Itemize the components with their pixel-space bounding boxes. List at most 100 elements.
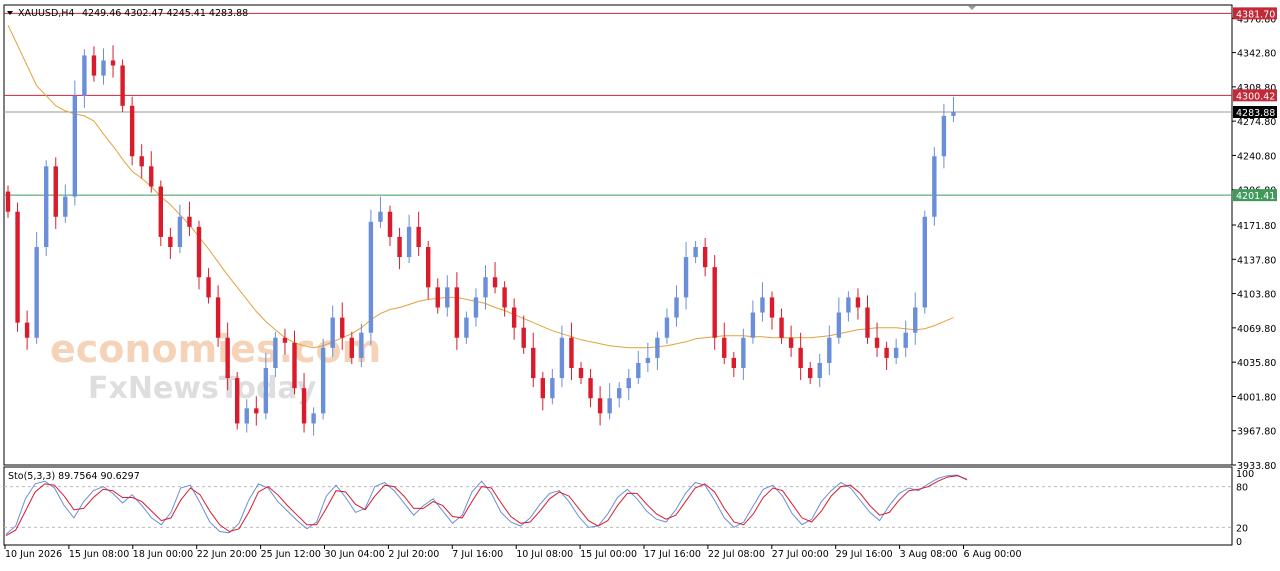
time-axis-label: 18 Jun 00:00 — [133, 549, 193, 560]
candle-body — [788, 337, 794, 348]
candle-body — [750, 312, 756, 338]
stoch-title: Sto(5,3,3) 89.7564 90.6297 — [8, 471, 140, 482]
time-axis-label: 10 Jun 2026 — [5, 549, 62, 560]
candle-body — [91, 55, 97, 76]
candle-body — [865, 307, 870, 338]
candle-body — [483, 277, 488, 298]
candle-body — [769, 297, 775, 318]
candle-body — [617, 388, 622, 399]
candle-body — [588, 378, 593, 399]
time-axis-label: 6 Aug 00:00 — [964, 549, 1022, 560]
candle-body — [492, 277, 498, 288]
candle-body — [72, 95, 78, 197]
price-axis-label: 4342.80 — [1237, 49, 1276, 60]
candle-body — [808, 367, 813, 379]
candle-body — [836, 312, 842, 338]
time-axis-label: 27 Jul 00:00 — [772, 549, 829, 560]
candle-body — [406, 226, 412, 258]
candle-body — [53, 166, 58, 217]
candle-body — [607, 398, 612, 414]
candle-body — [445, 287, 450, 308]
candle-body — [301, 388, 307, 424]
candle-body — [683, 257, 689, 298]
candle-body — [311, 413, 316, 424]
time-axis-label: 30 Jun 04:00 — [325, 549, 385, 560]
candle-body — [139, 156, 144, 167]
price-level-tag-resistance: 4381.70 — [1236, 9, 1275, 20]
candle-body — [922, 216, 927, 308]
price-axis-label: 3967.80 — [1237, 427, 1276, 438]
candle-body — [320, 347, 326, 414]
candle-body — [273, 337, 278, 368]
candle-body — [215, 297, 221, 338]
time-axis-label: 7 Jul 16:00 — [452, 549, 503, 560]
candle-body — [464, 317, 469, 338]
time-axis-label: 22 Jun 20:00 — [197, 549, 257, 560]
candle-body — [702, 246, 708, 268]
candle-body — [15, 211, 20, 323]
candle-body — [827, 337, 832, 363]
candle-body — [225, 337, 230, 379]
candle-body — [502, 287, 507, 308]
candle-body — [349, 337, 354, 358]
candle-body — [5, 191, 11, 212]
candle-body — [82, 55, 87, 96]
stoch-panel-frame — [3, 466, 1233, 546]
candle-body — [932, 156, 937, 217]
time-axis-label: 17 Jul 16:00 — [644, 549, 701, 560]
stoch-axis-label: 0 — [1236, 537, 1242, 548]
candle-body — [540, 378, 545, 399]
candle-body — [779, 317, 784, 338]
price-axis-label: 4069.80 — [1237, 324, 1276, 335]
candle-body — [24, 322, 30, 338]
candle-body — [177, 216, 183, 247]
candle-body — [368, 221, 374, 333]
candle-body — [760, 297, 765, 313]
candle-body — [855, 297, 861, 308]
candle-body — [511, 307, 517, 328]
candle-body — [120, 65, 125, 106]
candle-body — [578, 367, 584, 379]
price-chart[interactable]: economies.com FxNewsToday 4376.80 4342.80 43… — [0, 0, 1280, 567]
candle-body — [263, 367, 269, 414]
candle-body — [101, 60, 106, 76]
candle-body — [893, 347, 899, 358]
candle-body — [244, 408, 249, 424]
candle-body — [559, 337, 565, 379]
price-level-tag-current: 4283.88 — [1236, 108, 1275, 119]
candle-body — [693, 246, 698, 258]
candle-body — [550, 378, 555, 399]
candle-body — [951, 112, 956, 116]
candle-body — [664, 317, 670, 338]
candle-body — [158, 186, 163, 237]
price-axis-label: 4137.80 — [1237, 255, 1276, 266]
candle-body — [359, 332, 364, 358]
price-axis-label: 4001.80 — [1237, 392, 1276, 403]
candle-body — [884, 347, 889, 358]
candle-body — [254, 408, 259, 414]
candle-body — [397, 236, 402, 258]
candle-body — [34, 246, 39, 338]
candle-body — [340, 317, 345, 338]
candle-body — [626, 378, 631, 389]
candle-body — [435, 287, 440, 308]
candle-body — [282, 337, 288, 343]
candle-body — [454, 287, 460, 338]
candle-body — [731, 357, 736, 368]
candle-body — [722, 337, 727, 358]
stoch-axis-label: 80 — [1236, 483, 1248, 494]
candle-body — [817, 362, 822, 379]
candle-body — [426, 246, 431, 288]
candle-body — [187, 216, 192, 227]
price-axis-label: 4103.80 — [1237, 290, 1276, 301]
candle-body — [712, 267, 717, 338]
chart-svg: economies.comFxNewsToday4376.804342.8043… — [3, 4, 1277, 560]
candle-body — [521, 327, 526, 348]
candle-body — [196, 226, 202, 278]
candle-body — [110, 60, 116, 66]
candle-body — [674, 297, 679, 318]
time-axis-label: 29 Jul 16:00 — [836, 549, 893, 560]
candle-body — [235, 378, 240, 424]
candle-body — [645, 357, 651, 363]
candle-body — [44, 166, 49, 247]
